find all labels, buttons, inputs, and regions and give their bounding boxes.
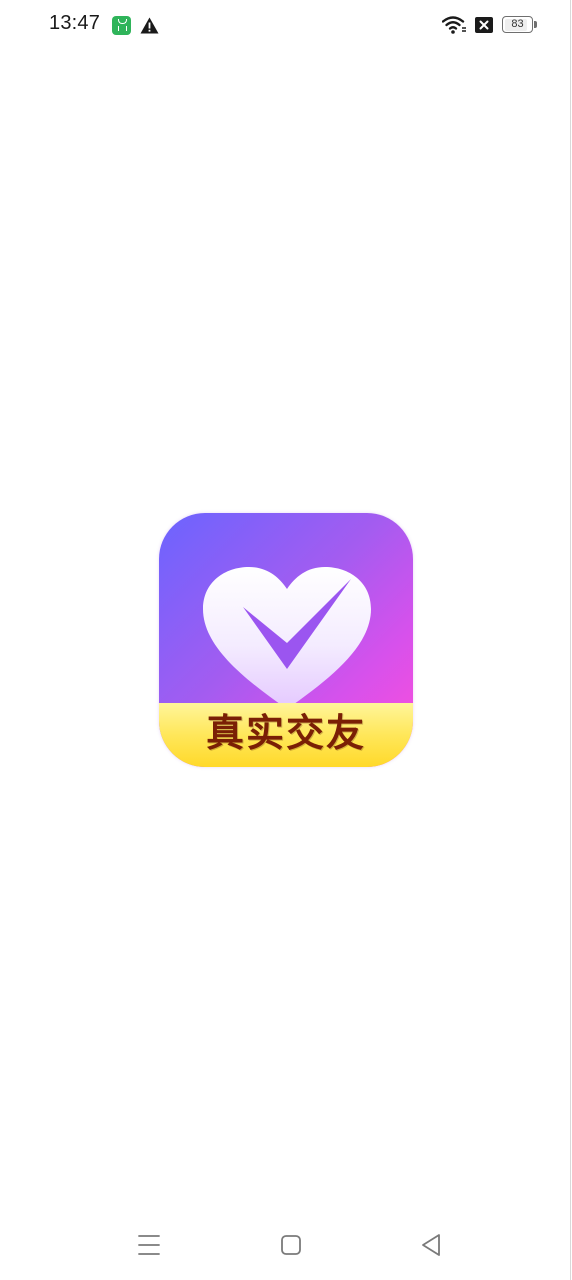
- recent-apps-icon[interactable]: [138, 1234, 160, 1256]
- home-icon[interactable]: [280, 1234, 302, 1256]
- splash-screen: 13:47 83 真实交友: [0, 0, 572, 1280]
- battery-icon: 83: [502, 16, 533, 33]
- back-icon[interactable]: [420, 1233, 442, 1257]
- app-notification-icon: [112, 16, 131, 35]
- heart-check-icon: [203, 567, 371, 709]
- warning-icon: [140, 17, 159, 34]
- battery-level: 83: [511, 18, 524, 30]
- navigation-bar: [0, 1214, 572, 1274]
- status-bar: 13:47 83: [0, 0, 572, 52]
- status-time: 13:47: [49, 12, 101, 34]
- logo-text: 真实交友: [205, 711, 366, 755]
- app-logo: 真实交友: [159, 513, 413, 767]
- logo-banner: 真实交友: [159, 703, 413, 767]
- wifi-icon: [442, 16, 466, 34]
- battery-tip: [534, 21, 537, 28]
- no-sim-icon: [475, 17, 493, 33]
